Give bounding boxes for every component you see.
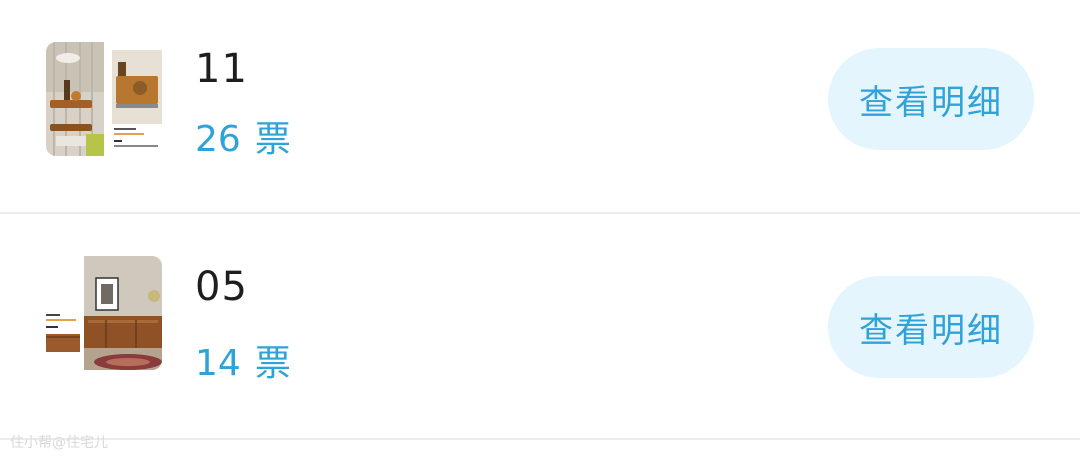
item-title: 11 xyxy=(195,46,248,92)
list-item: 05 14 票 查看明细 xyxy=(0,214,1080,440)
vote-count: 26 票 xyxy=(195,110,291,162)
divider xyxy=(0,438,1080,440)
vote-count: 14 票 xyxy=(195,334,291,386)
list-item: 11 26 票 查看明细 xyxy=(0,0,1080,212)
view-details-button[interactable]: 查看明细 xyxy=(828,276,1034,378)
vote-unit-label: 票 xyxy=(254,119,291,160)
vote-list: 11 26 票 查看明细 05 14 票 查看明细 住小帮@住宅儿 xyxy=(0,0,1080,462)
tv-cabinet-product-image xyxy=(46,256,162,370)
vote-count-number: 26 xyxy=(195,119,241,160)
bar-cart-product-image xyxy=(46,42,162,156)
view-details-button[interactable]: 查看明细 xyxy=(828,48,1034,150)
item-title: 05 xyxy=(195,264,248,310)
vote-unit-label: 票 xyxy=(254,343,291,384)
vote-count-number: 14 xyxy=(195,343,241,384)
watermark: 住小帮@住宅儿 xyxy=(10,435,108,451)
